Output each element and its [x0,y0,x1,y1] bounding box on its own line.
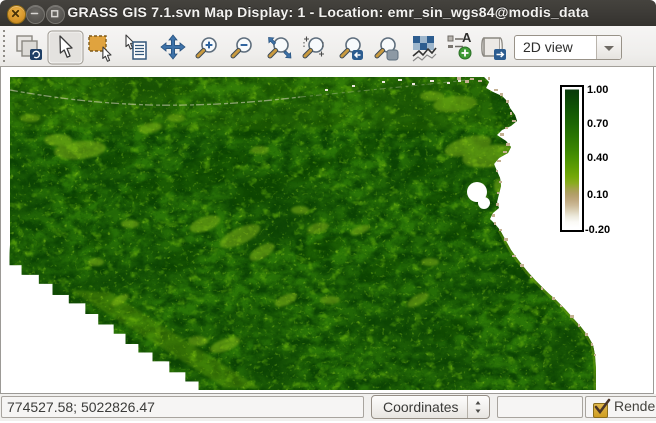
svg-text:A: A [462,30,472,45]
svg-text:0.10: 0.10 [587,189,608,201]
svg-text:-0.20: -0.20 [585,224,610,236]
svg-text:1.00: 1.00 [587,84,608,96]
svg-text:0.70: 0.70 [587,118,608,130]
svg-text:0.40: 0.40 [587,152,608,164]
